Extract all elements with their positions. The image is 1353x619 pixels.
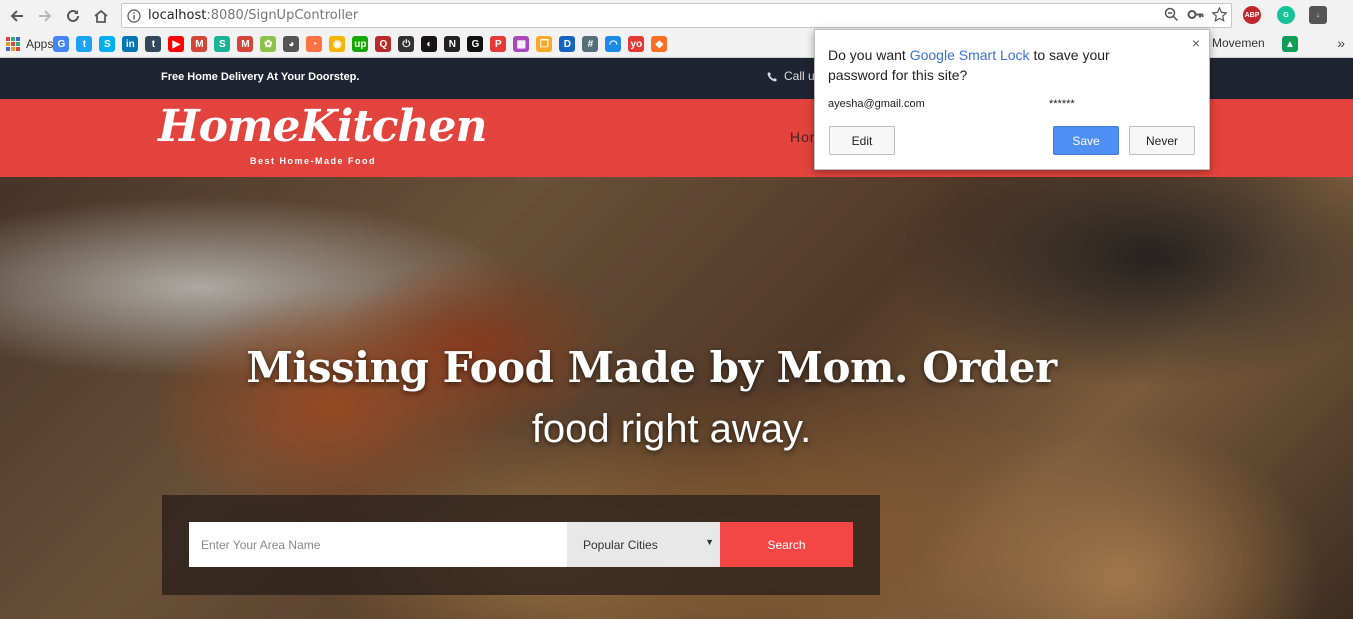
bookmark-apps-label: Apps — [26, 37, 54, 51]
adblock-icon[interactable]: ABP — [1243, 6, 1261, 24]
hero-banner: Missing Food Made by Mom. Order food rig… — [0, 177, 1353, 619]
home-icon — [94, 9, 108, 23]
logo-title: HomeKitchen — [158, 101, 488, 152]
saved-username: ayesha@gmail.com — [828, 98, 925, 110]
area-search-input[interactable] — [189, 522, 567, 567]
close-icon[interactable]: × — [1192, 35, 1200, 51]
info-icon[interactable] — [127, 8, 141, 23]
never-button[interactable]: Never — [1129, 126, 1195, 155]
bookmark-calc-icon[interactable]: # — [582, 36, 599, 52]
promo-text: Free Home Delivery At Your Doorstep. — [161, 71, 360, 83]
city-select[interactable]: Popular Cities ▼ — [567, 522, 720, 567]
bookmark-s-icon[interactable]: S — [214, 36, 231, 52]
save-button[interactable]: Save — [1053, 126, 1119, 155]
dialog-message-prefix: Do you want — [828, 47, 910, 63]
bookmark-g-icon[interactable]: G — [467, 36, 484, 52]
smart-lock-link[interactable]: Google Smart Lock — [910, 47, 1030, 63]
url-text: localhost:8080/SignUpController — [148, 8, 358, 23]
hero-subheading: food right away. — [531, 407, 812, 451]
browser-window: localhost:8080/SignUpController ABP G ↓ … — [0, 0, 1353, 619]
hero-heading: Missing Food Made by Mom. Order — [246, 343, 1057, 392]
bookmark-gmail2-icon[interactable]: M — [237, 36, 254, 52]
grammarly-icon[interactable]: G — [1277, 6, 1295, 24]
bookmark-google-icon[interactable]: G — [53, 36, 70, 52]
bookmark-toy-icon[interactable]: ✿ — [260, 36, 277, 52]
bookmark-arc-icon[interactable]: ◠ — [605, 36, 622, 52]
bookmark-drive-icon[interactable]: ▲ — [1282, 36, 1298, 52]
bookmark-gitlab-icon[interactable]: ◆ — [651, 36, 668, 52]
bookmark-gmail-icon[interactable]: M — [191, 36, 208, 52]
bookmarks-overflow[interactable]: » — [1337, 35, 1345, 51]
search-panel: Popular Cities ▼ Search — [162, 495, 880, 595]
key-icon[interactable] — [1187, 7, 1204, 22]
zoom-icon[interactable] — [1164, 7, 1179, 22]
forward-button[interactable] — [34, 5, 56, 27]
logo-tagline: Best Home-Made Food — [250, 156, 377, 166]
bookmark-panda-icon[interactable]: ◕ — [283, 36, 300, 52]
phone-icon — [767, 71, 777, 81]
call-us[interactable]: Call us — [767, 69, 821, 83]
reload-button[interactable] — [62, 5, 84, 27]
apps-grid-icon — [6, 37, 20, 51]
bookmark-chrome-icon[interactable]: ◉ — [329, 36, 346, 52]
saved-password: ****** — [1049, 98, 1075, 110]
bookmark-github-icon[interactable]: ◐ — [421, 36, 438, 52]
bookmark-pdf-icon[interactable]: P — [490, 36, 507, 52]
home-button[interactable] — [90, 5, 112, 27]
bookmark-apps[interactable]: Apps — [6, 37, 53, 51]
bookmark-tumblr-icon[interactable]: t — [145, 36, 162, 52]
download-icon[interactable]: ↓ — [1309, 6, 1327, 24]
url-host: localhost — [148, 8, 207, 23]
bookmark-linkedin-icon[interactable]: in — [122, 36, 139, 52]
bookmark-yo-icon[interactable]: yo — [628, 36, 645, 52]
bookmark-skype-icon[interactable]: S — [99, 36, 116, 52]
bookmark-movement-label: Movemen — [1212, 36, 1265, 50]
bookmark-grid-icon[interactable]: ▦ — [513, 36, 530, 52]
dialog-message: Do you want Google Smart Lock to save yo… — [828, 45, 1168, 85]
back-icon — [10, 9, 23, 22]
url-path: :8080/SignUpController — [206, 8, 359, 23]
bookmark-copy-icon[interactable]: ❐ — [536, 36, 553, 52]
browser-toolbar: localhost:8080/SignUpController ABP G ↓ — [0, 0, 1353, 31]
search-button[interactable]: Search — [720, 522, 853, 567]
edit-button[interactable]: Edit — [829, 126, 895, 155]
site-logo[interactable]: HomeKitchen Best Home-Made Food — [158, 99, 488, 177]
address-bar[interactable]: localhost:8080/SignUpController — [121, 3, 1232, 28]
caret-down-icon: ▼ — [705, 537, 714, 547]
star-icon[interactable] — [1212, 7, 1227, 22]
bookmark-power-icon[interactable]: ⏻ — [398, 36, 415, 52]
forward-icon — [39, 9, 52, 22]
bookmark-upwork-icon[interactable]: up — [352, 36, 369, 52]
city-select-value: Popular Cities — [583, 537, 658, 552]
bookmark-twitter-icon[interactable]: t — [76, 36, 93, 52]
reload-icon — [67, 9, 79, 22]
back-button[interactable] — [6, 5, 28, 27]
bookmark-d-icon[interactable]: D — [559, 36, 576, 52]
bookmark-n-icon[interactable]: N — [444, 36, 461, 52]
save-password-dialog: Do you want Google Smart Lock to save yo… — [814, 29, 1210, 170]
bookmark-movement[interactable]: Movemen — [1212, 36, 1265, 50]
bookmark-youtube-icon[interactable]: ▶ — [168, 36, 185, 52]
bookmark-quora-icon[interactable]: Q — [375, 36, 392, 52]
bookmark-bird-icon[interactable]: ◔ — [306, 36, 323, 52]
